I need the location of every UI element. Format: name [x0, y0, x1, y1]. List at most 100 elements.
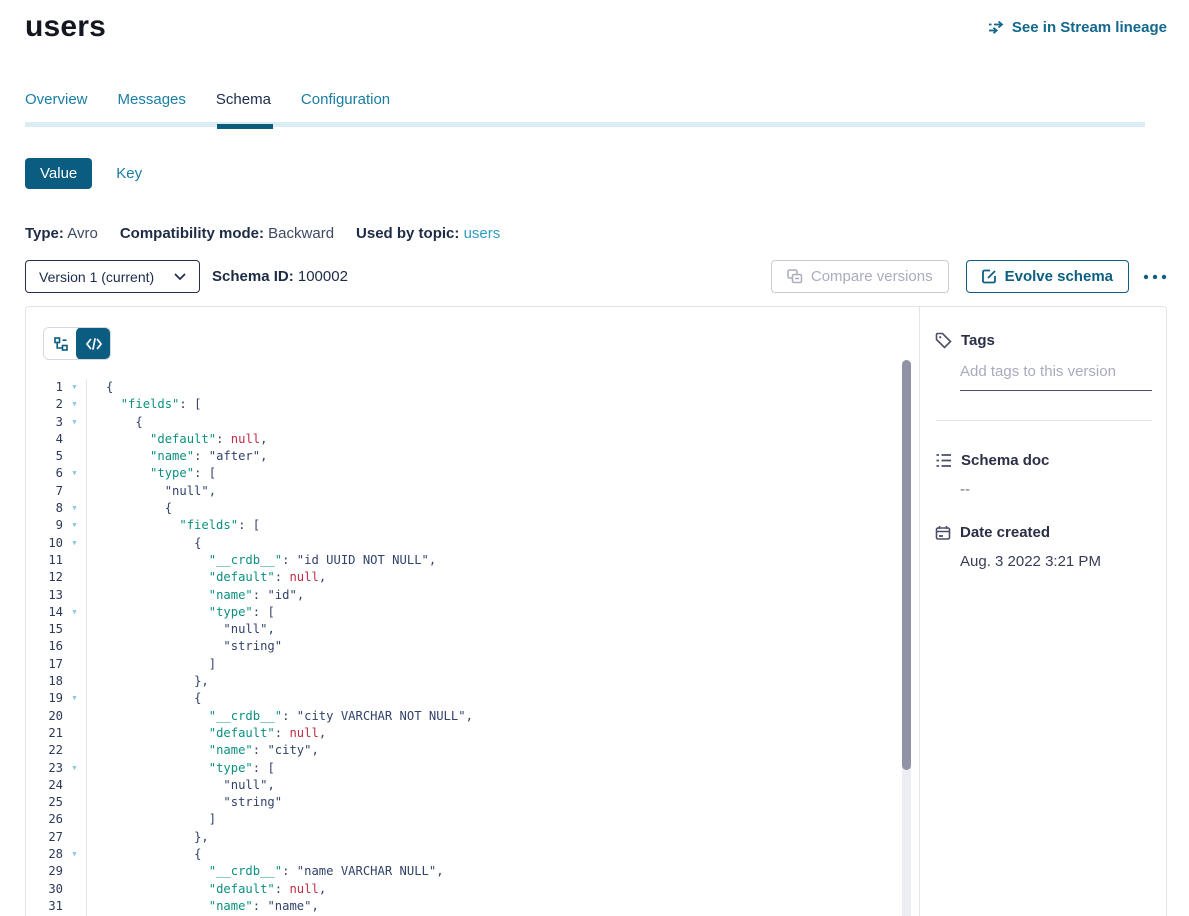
chevron-down-icon	[174, 273, 186, 281]
code-line-text: {	[87, 846, 201, 863]
more-options-button[interactable]	[1143, 274, 1167, 280]
tab-messages[interactable]: Messages	[118, 91, 186, 122]
schema-id-field: Schema ID: 100002	[212, 268, 348, 285]
tags-heading: Tags	[961, 332, 995, 349]
schema-doc-icon	[935, 453, 952, 468]
schema-code-editor[interactable]: 1▼{2▼ "fields": [3▼ {4 "default": null,5…	[26, 379, 921, 916]
tree-view-icon	[53, 336, 69, 352]
collapse-toggle-icon[interactable]: ▼	[63, 760, 86, 777]
version-select-value: Version 1 (current)	[39, 269, 154, 285]
date-created-heading: Date created	[960, 524, 1050, 541]
page-header: users See in Stream lineage	[25, 0, 1167, 44]
code-scrollbar[interactable]	[902, 360, 911, 916]
compat-value: Backward	[268, 225, 334, 242]
code-line-text: "name": "name",	[87, 898, 319, 915]
code-line: 26 ]	[26, 811, 921, 828]
code-line: 1▼{	[26, 379, 921, 396]
code-line: 19▼ {	[26, 690, 921, 707]
line-number: 11	[26, 552, 63, 569]
date-created-value: Aug. 3 2022 3:21 PM	[960, 553, 1152, 570]
evolve-schema-label: Evolve schema	[1005, 268, 1113, 285]
collapse-toggle-icon[interactable]: ▼	[63, 517, 86, 534]
code-line: 14▼ "type": [	[26, 604, 921, 621]
collapse-toggle-icon[interactable]: ▼	[63, 846, 86, 863]
type-value: Avro	[67, 225, 98, 242]
line-number: 23	[26, 760, 63, 777]
collapse-toggle-icon[interactable]: ▼	[63, 379, 86, 396]
line-number: 31	[26, 898, 63, 915]
collapse-toggle-icon[interactable]: ▼	[63, 500, 86, 517]
collapse-toggle-icon[interactable]: ▼	[63, 414, 86, 431]
active-tab-indicator	[217, 124, 273, 129]
add-tags-placeholder: Add tags to this version	[960, 363, 1152, 380]
line-number: 13	[26, 587, 63, 604]
code-line: 11 "__crdb__": "id UUID NOT NULL",	[26, 552, 921, 569]
schema-page: users See in Stream lineage Overview Mes…	[0, 0, 1189, 916]
tab-schema[interactable]: Schema	[216, 91, 271, 122]
key-toggle-link[interactable]: Key	[116, 165, 142, 182]
tab-bar: Overview Messages Schema Configuration	[25, 91, 1167, 127]
sidebar-divider	[936, 420, 1152, 421]
code-view-button[interactable]	[76, 327, 111, 360]
schema-meta-row: Type: Avro Compatibility mode: Backward …	[25, 225, 1167, 242]
calendar-icon	[935, 525, 951, 541]
line-number: 14	[26, 604, 63, 621]
line-number: 28	[26, 846, 63, 863]
code-line-text: "type": [	[87, 465, 216, 482]
compare-versions-label: Compare versions	[811, 268, 933, 285]
value-toggle-button[interactable]: Value	[25, 158, 92, 189]
collapse-toggle-icon[interactable]: ▼	[63, 396, 86, 413]
code-line-text: "name": "id",	[87, 587, 304, 604]
compat-label: Compatibility mode:	[120, 225, 264, 242]
collapse-toggle-icon[interactable]: ▼	[63, 535, 86, 552]
lineage-link-label: See in Stream lineage	[1012, 19, 1167, 36]
code-line: 18 },	[26, 673, 921, 690]
code-view-icon	[86, 338, 102, 350]
line-number: 29	[26, 863, 63, 880]
line-number: 10	[26, 535, 63, 552]
line-number: 15	[26, 621, 63, 638]
code-line: 25 "string"	[26, 794, 921, 811]
collapse-toggle-icon[interactable]: ▼	[63, 604, 86, 621]
collapse-toggle-icon[interactable]: ▼	[63, 690, 86, 707]
code-line: 30 "default": null,	[26, 881, 921, 898]
line-number: 26	[26, 811, 63, 828]
code-line-text: "default": null,	[87, 569, 326, 586]
compare-versions-button[interactable]: Compare versions	[771, 260, 949, 293]
line-number: 7	[26, 483, 63, 500]
add-tags-input[interactable]: Add tags to this version	[960, 363, 1152, 391]
code-line: 3▼ {	[26, 414, 921, 431]
line-number: 9	[26, 517, 63, 534]
code-line: 5 "name": "after",	[26, 448, 921, 465]
topic-link[interactable]: users	[464, 225, 501, 242]
line-number: 24	[26, 777, 63, 794]
ellipsis-icon	[1143, 274, 1167, 280]
code-line-text: "__crdb__": "name VARCHAR NULL",	[87, 863, 444, 880]
schema-id-label: Schema ID:	[212, 268, 294, 285]
code-line: 17 ]	[26, 656, 921, 673]
version-select[interactable]: Version 1 (current)	[25, 260, 200, 293]
line-number: 16	[26, 638, 63, 655]
value-key-toggle: Value Key	[25, 158, 1167, 189]
code-line: 27 },	[26, 829, 921, 846]
code-line-text: "default": null,	[87, 431, 267, 448]
line-number: 22	[26, 742, 63, 759]
tag-icon	[935, 332, 952, 349]
code-line-text: "name": "city",	[87, 742, 319, 759]
code-line: 29 "__crdb__": "name VARCHAR NULL",	[26, 863, 921, 880]
tab-configuration[interactable]: Configuration	[301, 91, 390, 122]
code-line-text: "default": null,	[87, 725, 326, 742]
scrollbar-thumb[interactable]	[902, 360, 911, 770]
tab-overview[interactable]: Overview	[25, 91, 88, 122]
tab-track	[25, 122, 1145, 127]
evolve-schema-button[interactable]: Evolve schema	[966, 260, 1129, 293]
code-line-text: "null",	[87, 483, 216, 500]
code-line-text: ]	[87, 656, 216, 673]
collapse-toggle-icon[interactable]: ▼	[63, 465, 86, 482]
version-toolbar: Version 1 (current) Schema ID: 100002 Co…	[25, 260, 1167, 293]
schema-doc-value: --	[960, 481, 1152, 498]
stream-lineage-icon	[988, 20, 1005, 34]
tree-view-button[interactable]	[44, 328, 77, 359]
code-line: 21 "default": null,	[26, 725, 921, 742]
see-in-stream-lineage-link[interactable]: See in Stream lineage	[988, 19, 1167, 36]
